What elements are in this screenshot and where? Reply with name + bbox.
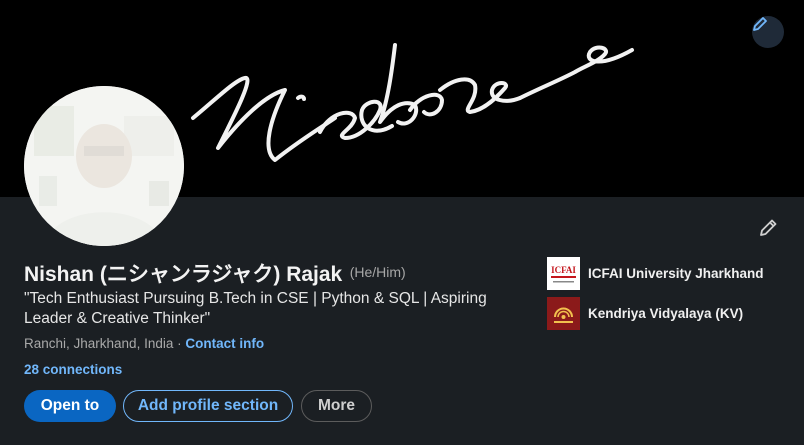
education-name: ICFAI University Jharkhand xyxy=(588,265,764,281)
location-row: Ranchi, Jharkhand, India · Contact info xyxy=(24,336,264,351)
profile-headline: "Tech Enthusiast Pursuing B.Tech in CSE … xyxy=(24,290,487,327)
name-row: Nishan (ニシャンラジャク) Rajak (He/Him) xyxy=(24,258,406,288)
svg-text:ICFAI: ICFAI xyxy=(551,265,576,275)
contact-info-link[interactable]: Contact info xyxy=(185,336,264,351)
more-button[interactable]: More xyxy=(301,390,372,422)
edit-banner-button[interactable] xyxy=(752,16,784,48)
icfai-logo-icon: ICFAI xyxy=(547,256,580,290)
pronouns: (He/Him) xyxy=(349,264,406,280)
separator: · xyxy=(177,336,182,351)
connections-link[interactable]: 28 connections xyxy=(24,362,122,377)
pencil-icon xyxy=(760,219,777,236)
education-item-kv[interactable]: Kendriya Vidyalaya (KV) xyxy=(547,296,743,330)
education-name: Kendriya Vidyalaya (KV) xyxy=(588,305,744,321)
avatar[interactable] xyxy=(24,86,184,246)
kv-logo-icon xyxy=(547,296,580,330)
edit-profile-button[interactable] xyxy=(752,212,784,244)
location-text: Ranchi, Jharkhand, India xyxy=(24,336,174,351)
pencil-icon xyxy=(753,17,767,31)
open-to-button[interactable]: Open to xyxy=(24,390,116,422)
profile-card: Nishan (ニシャンラジャク) Rajak (He/Him) "Tech E… xyxy=(0,0,804,445)
profile-name: Nishan (ニシャンラジャク) Rajak xyxy=(24,263,343,286)
avatar-photo xyxy=(24,86,184,246)
add-profile-section-button[interactable]: Add profile section xyxy=(123,390,293,422)
education-item-icfai[interactable]: ICFAI ICFAI University Jharkhand xyxy=(547,256,764,290)
